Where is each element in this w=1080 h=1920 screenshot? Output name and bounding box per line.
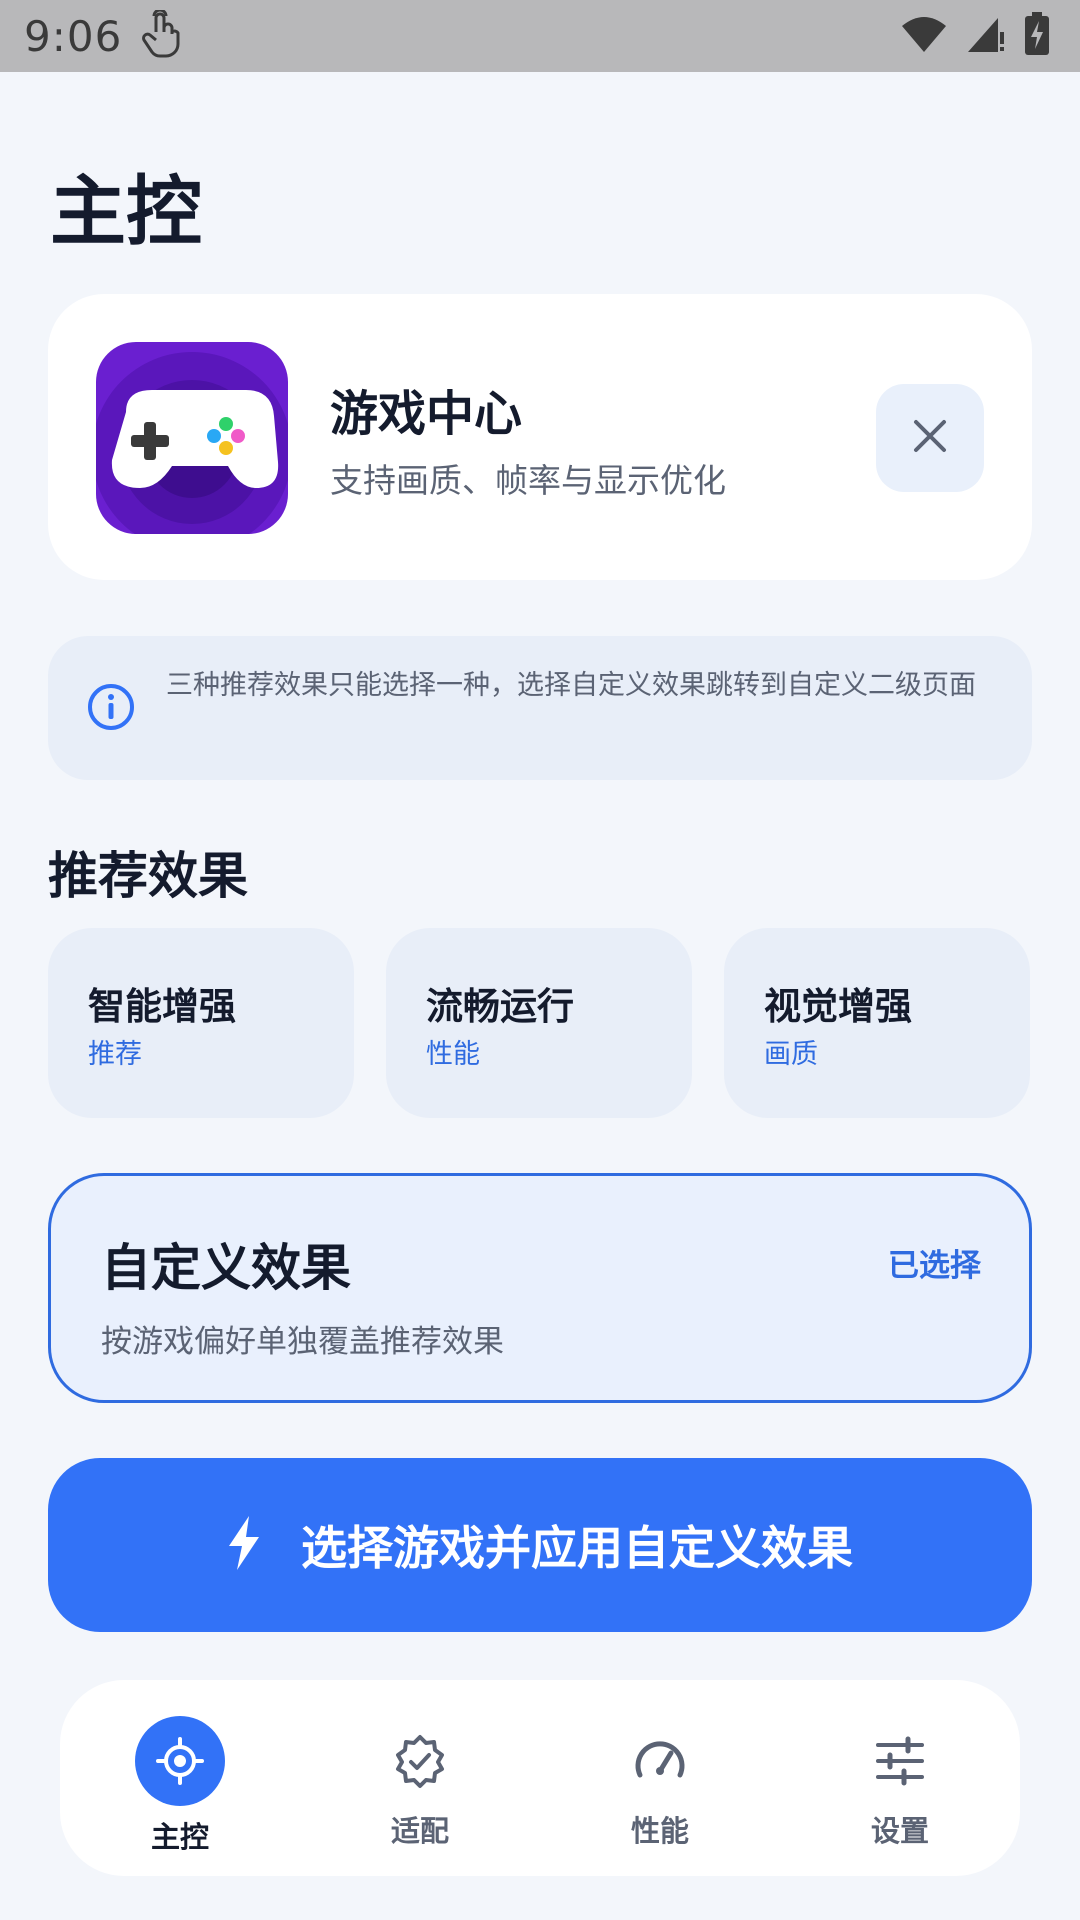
nav-label: 适配 xyxy=(390,1814,449,1848)
preset-name: 智能增强 xyxy=(88,985,236,1028)
nav-item-control[interactable]: 主控 xyxy=(60,1680,300,1876)
status-left: 9:06 xyxy=(24,8,180,62)
status-time: 9:06 xyxy=(24,11,123,61)
info-icon xyxy=(86,682,136,736)
battery-charging-icon xyxy=(1024,12,1050,60)
nav-label: 主控 xyxy=(150,1820,209,1854)
signal-icon xyxy=(966,14,1006,58)
presets-section-title: 推荐效果 xyxy=(48,847,248,905)
preset-tag: 推荐 xyxy=(88,1039,142,1070)
app-card[interactable]: 游戏中心 支持画质、帧率与显示优化 xyxy=(48,294,1032,580)
custom-effect-title: 自定义效果 xyxy=(101,1239,351,1297)
speedometer-icon xyxy=(615,1716,705,1806)
wifi-icon xyxy=(900,14,948,58)
app-name: 游戏中心 xyxy=(330,386,523,442)
preset-card-visual-enhance[interactable]: 视觉增强 画质 xyxy=(724,928,1030,1118)
gamepad-icon xyxy=(96,342,288,534)
custom-effect-description: 按游戏偏好单独覆盖推荐效果 xyxy=(101,1324,504,1360)
verified-badge-icon xyxy=(375,1716,465,1806)
target-icon xyxy=(135,1716,225,1806)
custom-effect-status: 已选择 xyxy=(888,1248,981,1284)
close-button[interactable] xyxy=(876,384,984,492)
info-banner: 三种推荐效果只能选择一种，选择自定义效果跳转到自定义二级页面 xyxy=(48,636,1032,780)
apply-custom-effect-button[interactable]: 选择游戏并应用自定义效果 xyxy=(48,1458,1032,1632)
nav-item-performance[interactable]: 性能 xyxy=(540,1680,780,1876)
custom-effect-card[interactable]: 自定义效果 已选择 按游戏偏好单独覆盖推荐效果 xyxy=(48,1173,1032,1403)
info-text: 三种推荐效果只能选择一种，选择自定义效果跳转到自定义二级页面 xyxy=(166,670,976,701)
sliders-icon xyxy=(855,1716,945,1806)
preset-tag: 画质 xyxy=(764,1039,818,1070)
bottom-nav: 主控 适配 性能 设置 xyxy=(60,1680,1020,1876)
page-title: 主控 xyxy=(50,167,202,256)
nav-label: 性能 xyxy=(630,1814,689,1848)
preset-card-smart-enhance[interactable]: 智能增强 推荐 xyxy=(48,928,354,1118)
preset-name: 流畅运行 xyxy=(426,985,574,1028)
status-bar: 9:06 xyxy=(0,0,1080,72)
nav-label: 设置 xyxy=(870,1814,929,1848)
apply-button-label: 选择游戏并应用自定义效果 xyxy=(301,1521,853,1575)
nav-item-settings[interactable]: 设置 xyxy=(780,1680,1020,1876)
app-description: 支持画质、帧率与显示优化 xyxy=(330,461,726,500)
touch-icon xyxy=(140,8,180,62)
preset-tag: 性能 xyxy=(426,1039,480,1070)
nav-item-adapt[interactable]: 适配 xyxy=(300,1680,540,1876)
lightning-icon xyxy=(227,1516,261,1574)
close-icon xyxy=(910,416,950,460)
preset-card-smooth-run[interactable]: 流畅运行 性能 xyxy=(386,928,692,1118)
preset-name: 视觉增强 xyxy=(764,985,912,1028)
status-right xyxy=(900,12,1050,60)
